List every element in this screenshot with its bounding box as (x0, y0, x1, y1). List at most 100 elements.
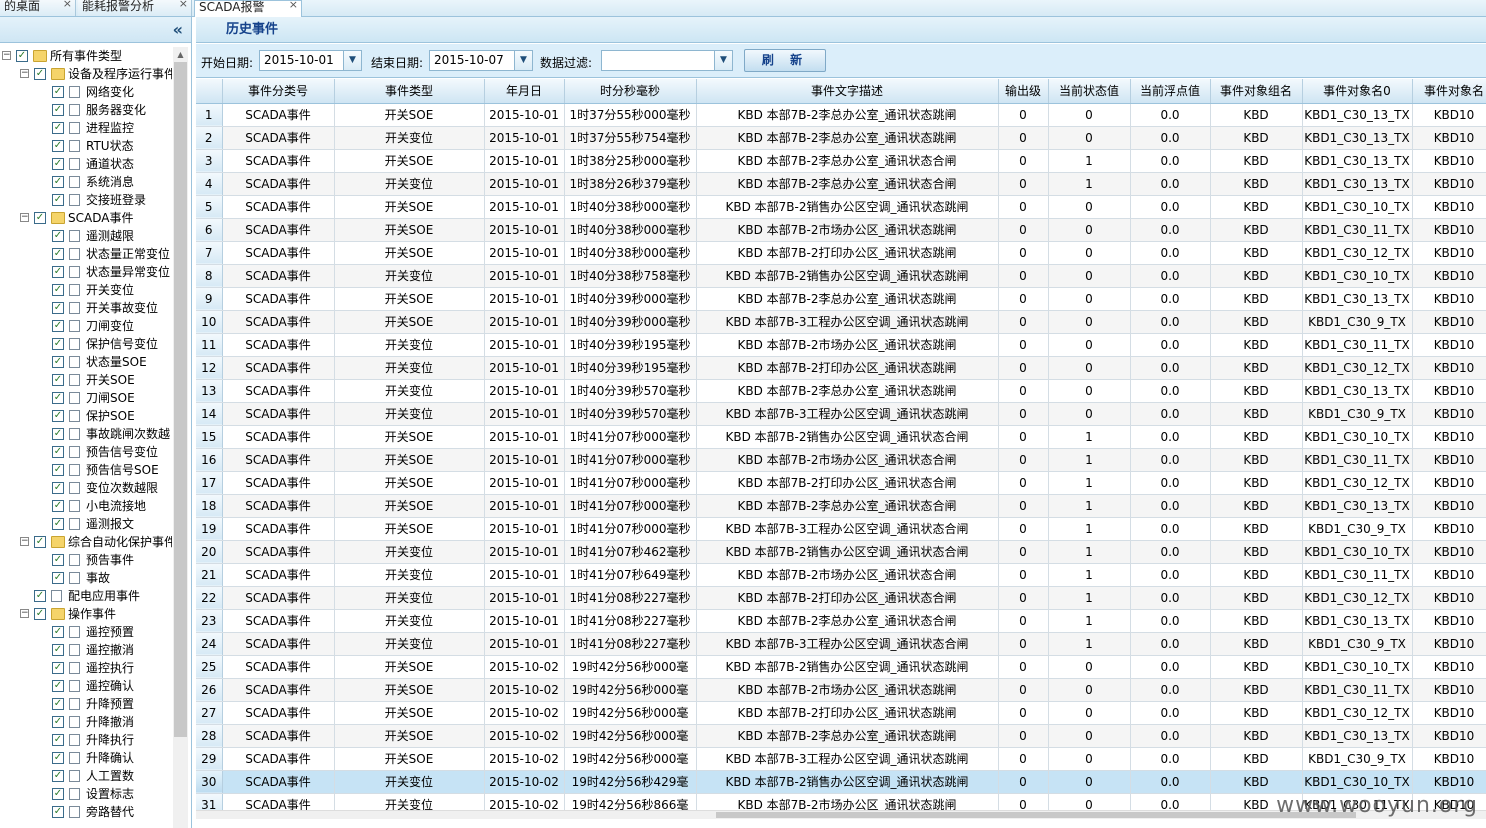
tree-scrollbar[interactable]: ▲ (173, 47, 188, 828)
table-row[interactable]: 3 SCADA事件 开关SOE 2015-10-01 1时38分25秒000毫秒 KBD … (196, 149, 1486, 173)
tree-node[interactable]: ✓ 升降预置 (0, 695, 172, 713)
checkbox-icon[interactable]: ✓ (34, 536, 46, 548)
table-row[interactable]: 14 SCADA事件 开关变位 2015-10-01 1时40分39秒570毫秒 KBD … (196, 402, 1486, 426)
column-header[interactable]: 年月日 (484, 79, 565, 104)
checkbox-icon[interactable]: ✓ (52, 788, 64, 800)
tab-desktop[interactable]: 的桌面 × (0, 0, 76, 16)
tree-node[interactable]: ✓ 开关SOE (0, 371, 172, 389)
chevron-down-icon[interactable]: ▼ (714, 51, 732, 70)
tree-node[interactable]: ✓ 事故跳闸次数越 (0, 425, 172, 443)
tree-node[interactable]: ✓ 刀闸SOE (0, 389, 172, 407)
tree-node[interactable]: ✓ 升降确认 (0, 749, 172, 767)
collapse-icon[interactable]: « (173, 20, 183, 39)
chevron-down-icon[interactable]: ▼ (514, 51, 532, 70)
tree-node[interactable]: ✓ 网络变化 (0, 83, 172, 101)
table-row[interactable]: 1 SCADA事件 开关SOE 2015-10-01 1时37分55秒000毫秒 KBD … (196, 103, 1486, 127)
column-header[interactable]: 时分秒毫秒 (564, 79, 697, 104)
checkbox-icon[interactable]: ✓ (52, 644, 64, 656)
checkbox-icon[interactable]: ✓ (52, 554, 64, 566)
tree-node[interactable]: ✓ 保护SOE (0, 407, 172, 425)
table-row[interactable]: 15 SCADA事件 开关SOE 2015-10-01 1时41分07秒000毫秒 KBD… (196, 425, 1486, 449)
tree-node[interactable]: ✓ 配电应用事件 (0, 587, 172, 605)
column-header[interactable]: 输出级 (998, 79, 1049, 104)
checkbox-icon[interactable]: ✓ (52, 698, 64, 710)
tree-node[interactable]: ✓ 事故 (0, 569, 172, 587)
checkbox-icon[interactable]: ✓ (52, 428, 64, 440)
checkbox-icon[interactable]: ✓ (52, 392, 64, 404)
tree-node[interactable]: − ✓ 所有事件类型 (0, 47, 172, 65)
checkbox-icon[interactable]: ✓ (52, 446, 64, 458)
checkbox-icon[interactable]: ✓ (52, 176, 64, 188)
close-icon[interactable]: × (63, 0, 72, 10)
tree-node[interactable]: ✓ 开关变位 (0, 281, 172, 299)
table-row[interactable]: 5 SCADA事件 开关SOE 2015-10-01 1时40分38秒000毫秒 KBD … (196, 195, 1486, 219)
collapse-toggle-icon[interactable]: − (20, 213, 29, 222)
tree-node[interactable]: ✓ 保护信号变位 (0, 335, 172, 353)
table-row[interactable]: 25 SCADA事件 开关SOE 2015-10-02 19时42分56秒000毫 KBD… (196, 655, 1486, 679)
tree-node[interactable]: ✓ 人工置数 (0, 767, 172, 785)
tree-node[interactable]: ✓ 遥测越限 (0, 227, 172, 245)
checkbox-icon[interactable]: ✓ (52, 500, 64, 512)
table-row[interactable]: 24 SCADA事件 开关变位 2015-10-01 1时41分08秒227毫秒 KBD … (196, 632, 1486, 656)
tree-node[interactable]: ✓ 状态量正常变位 (0, 245, 172, 263)
table-row[interactable]: 27 SCADA事件 开关SOE 2015-10-02 19时42分56秒000毫 KBD… (196, 701, 1486, 725)
column-header[interactable] (196, 79, 223, 104)
tree-node[interactable]: ✓ 遥控预置 (0, 623, 172, 641)
table-row[interactable]: 23 SCADA事件 开关变位 2015-10-01 1时41分08秒227毫秒 KBD … (196, 609, 1486, 633)
checkbox-icon[interactable]: ✓ (52, 356, 64, 368)
tree-node[interactable]: ✓ RTU状态 (0, 137, 172, 155)
collapse-toggle-icon[interactable]: − (20, 537, 29, 546)
table-row[interactable]: 11 SCADA事件 开关变位 2015-10-01 1时40分39秒195毫秒 KBD … (196, 333, 1486, 357)
tree-node[interactable]: ✓ 进程监控 (0, 119, 172, 137)
column-header[interactable]: 事件分类号 (222, 79, 335, 104)
tree-node[interactable]: ✓ 升降撤消 (0, 713, 172, 731)
collapse-toggle-icon[interactable]: − (2, 51, 11, 60)
checkbox-icon[interactable]: ✓ (34, 608, 46, 620)
table-row[interactable]: 30 SCADA事件 开关变位 2015-10-02 19时42分56秒429毫 KBD … (196, 770, 1486, 794)
column-header[interactable]: 当前状态值 (1048, 79, 1131, 104)
table-row[interactable]: 2 SCADA事件 开关变位 2015-10-01 1时37分55秒754毫秒 KBD 本… (196, 126, 1486, 150)
checkbox-icon[interactable]: ✓ (52, 122, 64, 134)
collapse-toggle-icon[interactable]: − (20, 609, 29, 618)
tree-node[interactable]: ✓ 设置标志 (0, 785, 172, 803)
checkbox-icon[interactable]: ✓ (34, 212, 46, 224)
column-header[interactable]: 当前浮点值 (1130, 79, 1211, 104)
checkbox-icon[interactable]: ✓ (52, 572, 64, 584)
table-row[interactable]: 10 SCADA事件 开关SOE 2015-10-01 1时40分39秒000毫秒 KBD… (196, 310, 1486, 334)
checkbox-icon[interactable]: ✓ (52, 266, 64, 278)
tree-node[interactable]: ✓ 开关事故变位 (0, 299, 172, 317)
close-icon[interactable]: × (289, 0, 298, 11)
scroll-thumb[interactable] (174, 62, 187, 737)
tab-scada-alarm[interactable]: SCADA报警 × (194, 0, 302, 17)
checkbox-icon[interactable]: ✓ (52, 140, 64, 152)
tree-node[interactable]: ✓ 预告事件 (0, 551, 172, 569)
checkbox-icon[interactable]: ✓ (52, 104, 64, 116)
checkbox-icon[interactable]: ✓ (34, 68, 46, 80)
tree-node[interactable]: ✓ 升降执行 (0, 731, 172, 749)
tree-node[interactable]: ✓ 状态量异常变位 (0, 263, 172, 281)
end-date-field[interactable]: 2015-10-07 ▼ (429, 50, 533, 71)
checkbox-icon[interactable]: ✓ (52, 410, 64, 422)
table-row[interactable]: 26 SCADA事件 开关SOE 2015-10-02 19时42分56秒000毫 KBD… (196, 678, 1486, 702)
tree-node[interactable]: ✓ 交接班登录 (0, 191, 172, 209)
table-row[interactable]: 22 SCADA事件 开关变位 2015-10-01 1时41分08秒227毫秒 KBD … (196, 586, 1486, 610)
chevron-down-icon[interactable]: ▼ (343, 51, 361, 70)
tree-node[interactable]: ✓ 遥控确认 (0, 677, 172, 695)
tree-node[interactable]: ✓ 预告信号SOE (0, 461, 172, 479)
checkbox-icon[interactable]: ✓ (52, 734, 64, 746)
table-row[interactable]: 12 SCADA事件 开关变位 2015-10-01 1时40分39秒195毫秒 KBD … (196, 356, 1486, 380)
checkbox-icon[interactable]: ✓ (52, 320, 64, 332)
checkbox-icon[interactable]: ✓ (16, 50, 28, 62)
checkbox-icon[interactable]: ✓ (52, 374, 64, 386)
collapse-toggle-icon[interactable]: − (20, 69, 29, 78)
tree-node[interactable]: − ✓ 操作事件 (0, 605, 172, 623)
table-row[interactable]: 18 SCADA事件 开关SOE 2015-10-01 1时41分07秒000毫秒 KBD… (196, 494, 1486, 518)
checkbox-icon[interactable]: ✓ (52, 680, 64, 692)
checkbox-icon[interactable]: ✓ (52, 626, 64, 638)
tab-energy-alarm[interactable]: 能耗报警分析 × (78, 0, 192, 16)
checkbox-icon[interactable]: ✓ (52, 752, 64, 764)
checkbox-icon[interactable]: ✓ (52, 482, 64, 494)
checkbox-icon[interactable]: ✓ (52, 158, 64, 170)
start-date-field[interactable]: 2015-10-01 ▼ (259, 50, 362, 71)
checkbox-icon[interactable]: ✓ (52, 716, 64, 728)
